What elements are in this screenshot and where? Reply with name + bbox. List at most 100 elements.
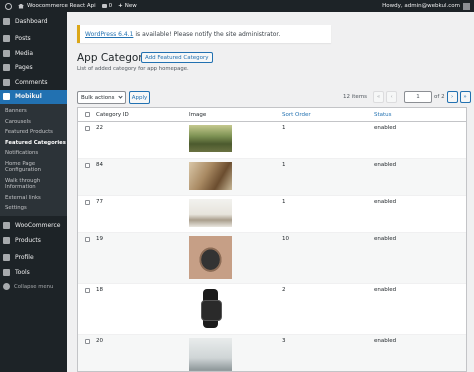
dashboard-icon: [3, 17, 10, 25]
add-featured-category-button[interactable]: Add Featured Category: [141, 52, 213, 63]
next-page-button[interactable]: ›: [446, 91, 458, 103]
sidebar-item-profile[interactable]: Profile: [0, 251, 67, 266]
sidebar-item-label: Pages: [15, 64, 33, 72]
row-checkbox[interactable]: [84, 288, 90, 293]
table-row: 18 2 enabled: [78, 284, 466, 335]
wrench-icon: [3, 268, 10, 276]
sidebar-item-label: Comments: [15, 78, 48, 86]
page-icon: [3, 64, 10, 72]
sort-order: 10: [282, 236, 289, 242]
sidebar-item-mobikul[interactable]: Mobikul: [0, 89, 67, 104]
sidebar-item-pages[interactable]: Pages: [0, 61, 67, 76]
sidebar-item-tools[interactable]: Tools: [0, 265, 67, 280]
row-checkbox[interactable]: [84, 200, 90, 205]
submenu-settings[interactable]: Settings: [0, 203, 67, 214]
park-photo: [189, 125, 232, 152]
user-icon: [3, 254, 10, 262]
table-row: 22 1 enabled: [78, 122, 466, 159]
submenu-featured-categories[interactable]: Featured Categories: [0, 138, 67, 149]
current-page-input[interactable]: 1: [404, 91, 433, 103]
submenu-notifications[interactable]: Notifications: [0, 148, 67, 159]
table-row: 84 1 enabled: [78, 159, 466, 196]
status: enabled: [374, 338, 397, 344]
image-cell: [189, 335, 282, 371]
image-cell: [189, 122, 282, 158]
site-name: Woocommerce React Api: [27, 3, 96, 9]
page-title: App Category: [77, 52, 149, 64]
collapse-menu-button[interactable]: Collapse menu: [0, 280, 67, 294]
submenu-carousels[interactable]: Carousels: [0, 117, 67, 128]
living-room-photo: [189, 162, 232, 190]
comments-link[interactable]: 0: [99, 0, 116, 12]
comment-icon: [3, 78, 10, 86]
sidebar-item-media[interactable]: Media: [0, 46, 67, 61]
site-name-link[interactable]: Woocommerce React Api: [15, 0, 99, 12]
bulk-actions-select[interactable]: Bulk actions: [77, 91, 126, 104]
last-page-button[interactable]: »: [459, 91, 471, 103]
status: enabled: [374, 236, 397, 242]
desk-photo: [189, 199, 232, 227]
sort-order: 3: [282, 338, 286, 344]
image-cell: [189, 233, 282, 283]
sidebar-item-posts[interactable]: Posts: [0, 32, 67, 47]
apply-button[interactable]: Apply: [129, 91, 150, 104]
sidebar-item-label: Posts: [15, 35, 31, 43]
mobikul-icon: [3, 93, 10, 101]
home-icon: [18, 3, 24, 9]
wordpress-icon: [5, 2, 12, 10]
sidebar-item-dashboard[interactable]: Dashboard: [0, 14, 67, 29]
category-id: 20: [96, 338, 103, 344]
chevron-down-icon: [118, 94, 123, 99]
submenu-home-page-configuration[interactable]: Home Page Configuration: [0, 159, 67, 176]
submenu-external-links[interactable]: External links: [0, 193, 67, 204]
header-status[interactable]: Status: [374, 112, 464, 118]
sidebar-item-label: Media: [15, 49, 34, 57]
table-row: 20 3 enabled: [78, 335, 466, 371]
categories-table: Category ID Image Sort Order Status 22 1…: [77, 107, 467, 372]
admin-bar: Woocommerce React Api 0 + New Howdy, adm…: [0, 0, 474, 12]
smartwatch-black-photo: [189, 287, 232, 330]
status: enabled: [374, 287, 397, 293]
category-id: 18: [96, 287, 103, 293]
sidebar-item-label: Products: [15, 236, 41, 244]
status: enabled: [374, 125, 397, 131]
select-all-checkbox[interactable]: [84, 112, 90, 117]
comments-count: 0: [108, 3, 113, 9]
update-notice: WordPress 6.4.1 is available! Please not…: [77, 25, 331, 43]
avatar: [463, 2, 470, 10]
row-checkbox[interactable]: [84, 237, 90, 242]
sort-order: 1: [282, 162, 286, 168]
items-count: 12 items: [343, 94, 368, 100]
account-menu[interactable]: Howdy, admin@webkul.com: [382, 2, 474, 10]
wordpress-logo[interactable]: [0, 0, 15, 12]
category-id: 77: [96, 199, 103, 205]
new-content-link[interactable]: + New: [115, 0, 140, 12]
notice-text: is available! Please notify the site adm…: [135, 30, 281, 38]
row-checkbox-cell: [78, 233, 96, 283]
sidebar-item-comments[interactable]: Comments: [0, 75, 67, 90]
sidebar-item-products[interactable]: Products: [0, 233, 67, 248]
media-icon: [3, 49, 10, 57]
submenu-walk-through-information[interactable]: Walk through Information: [0, 176, 67, 193]
plus-icon: +: [118, 3, 123, 9]
row-checkbox[interactable]: [84, 339, 90, 344]
row-checkbox[interactable]: [84, 163, 90, 168]
total-pages: of 2: [434, 94, 445, 100]
sidebar-item-woocommerce[interactable]: WooCommerce: [0, 219, 67, 234]
category-id: 22: [96, 125, 103, 131]
row-checkbox[interactable]: [84, 126, 90, 131]
collapse-icon: [3, 283, 10, 290]
sidebar-item-label: WooCommerce: [15, 222, 61, 230]
smartwatch-brown-photo: [189, 236, 232, 279]
comment-bubble-icon: [101, 4, 107, 8]
status: enabled: [374, 199, 397, 205]
pagination: 12 items « ‹ 1 of 2 › »: [343, 91, 473, 103]
row-checkbox-cell: [78, 122, 96, 158]
first-page-button: «: [373, 91, 385, 103]
submenu-banners[interactable]: Banners: [0, 106, 67, 117]
greeting: Howdy, admin@webkul.com: [382, 3, 460, 9]
header-sort-order[interactable]: Sort Order: [282, 112, 374, 118]
submenu-featured-products[interactable]: Featured Products: [0, 127, 67, 138]
sidebar-item-label: Profile: [15, 254, 34, 262]
update-link[interactable]: WordPress 6.4.1: [85, 31, 133, 38]
